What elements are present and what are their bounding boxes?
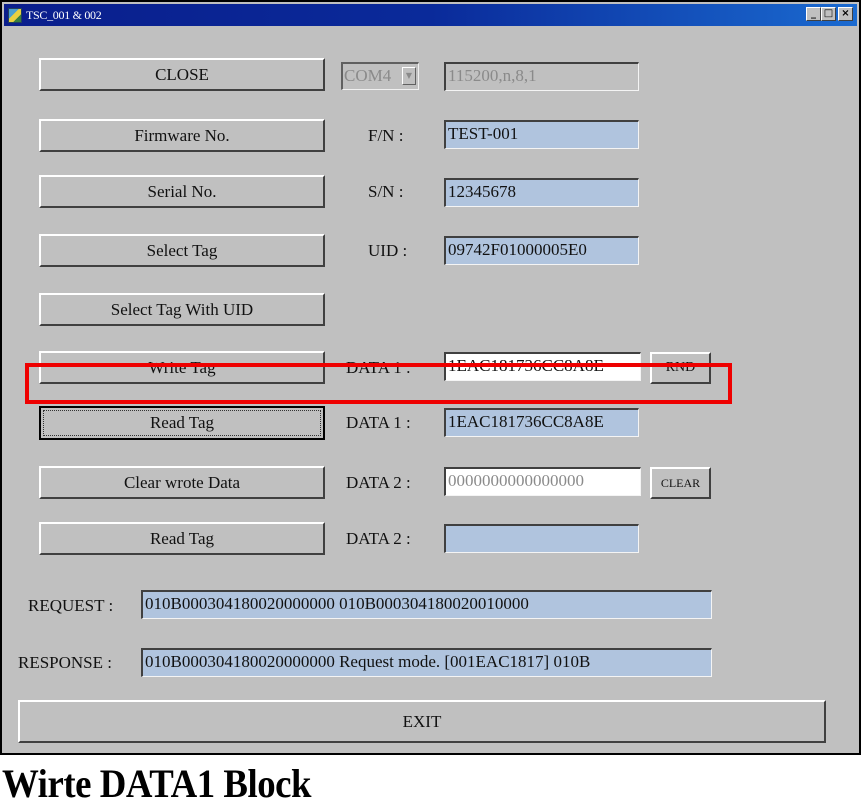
data2-read-label: DATA 2 : [346,529,411,548]
clear-wrote-data-label: Clear wrote Data [123,472,241,492]
focus-ring [43,410,321,436]
close-window-button[interactable]: × [838,7,853,21]
exit-button[interactable]: EXIT [18,700,826,743]
sn-label: S/N : [368,182,404,201]
rnd-label: RND [665,360,696,375]
data2-write-label: DATA 2 : [346,473,411,492]
caption-text: Wirte DATA1 Block [2,761,312,806]
clear-wrote-data-button[interactable]: Clear wrote Data [39,466,325,499]
select-tag-label: Select Tag [146,240,218,260]
data2-read-field[interactable] [444,524,639,553]
clear-button[interactable]: CLEAR [650,467,711,499]
serial-no-label: Serial No. [147,181,217,201]
fn-label: F/N : [368,126,404,145]
select-tag-with-uid-button[interactable]: Select Tag With UID [39,293,325,326]
request-field[interactable]: 010B000304180020000000 010B0003041800200… [141,590,712,619]
com-port-select[interactable]: COM4 ▼ [341,62,419,90]
data1-read-field[interactable]: 1EAC181736CC8A8E [444,408,639,437]
firmware-no-label: Firmware No. [134,125,230,145]
chevron-down-icon[interactable]: ▼ [402,67,416,85]
exit-label: EXIT [402,711,442,731]
data1-read-label: DATA 1 : [346,413,411,432]
window-title: TSC_001 & 002 [26,7,102,22]
uid-field[interactable]: 09742F01000005E0 [444,236,639,265]
firmware-field[interactable]: TEST-001 [444,120,639,149]
read-tag-data2-label: Read Tag [149,528,215,548]
serial-field[interactable]: 12345678 [444,178,639,207]
maximize-button[interactable]: □ [821,7,836,21]
data2-write-field[interactable]: 0000000000000000 [444,467,641,496]
write-tag-label: Write Tag [148,357,216,377]
firmware-no-button[interactable]: Firmware No. [39,119,325,152]
close-port-button[interactable]: CLOSE [39,58,325,91]
request-label: REQUEST : [28,596,114,615]
rnd-button[interactable]: RND [650,352,711,384]
title-bar[interactable]: TSC_001 & 002 _ □ × [4,4,857,26]
uid-label: UID : [368,241,408,260]
write-tag-button[interactable]: Write Tag [39,351,325,384]
response-label: RESPONSE : [18,653,112,672]
select-tag-button[interactable]: Select Tag [39,234,325,267]
read-tag-data1-button[interactable]: Read Tag [39,406,325,440]
response-field[interactable]: 010B000304180020000000 Request mode. [00… [141,648,712,677]
clear-label: CLEAR [660,475,701,490]
com-port-value: COM4 [344,66,392,85]
data1-write-field[interactable]: 1EAC181736CC8A8E [444,352,641,381]
serial-no-button[interactable]: Serial No. [39,175,325,208]
minimize-button[interactable]: _ [806,7,821,21]
baud-settings-field: 115200,n,8,1 [444,62,639,91]
app-icon [8,7,22,23]
close-port-label: CLOSE [155,64,209,84]
read-tag-data2-button[interactable]: Read Tag [39,522,325,555]
select-tag-with-uid-label: Select Tag With UID [110,299,254,319]
data1-write-label: DATA 1 : [346,358,411,377]
